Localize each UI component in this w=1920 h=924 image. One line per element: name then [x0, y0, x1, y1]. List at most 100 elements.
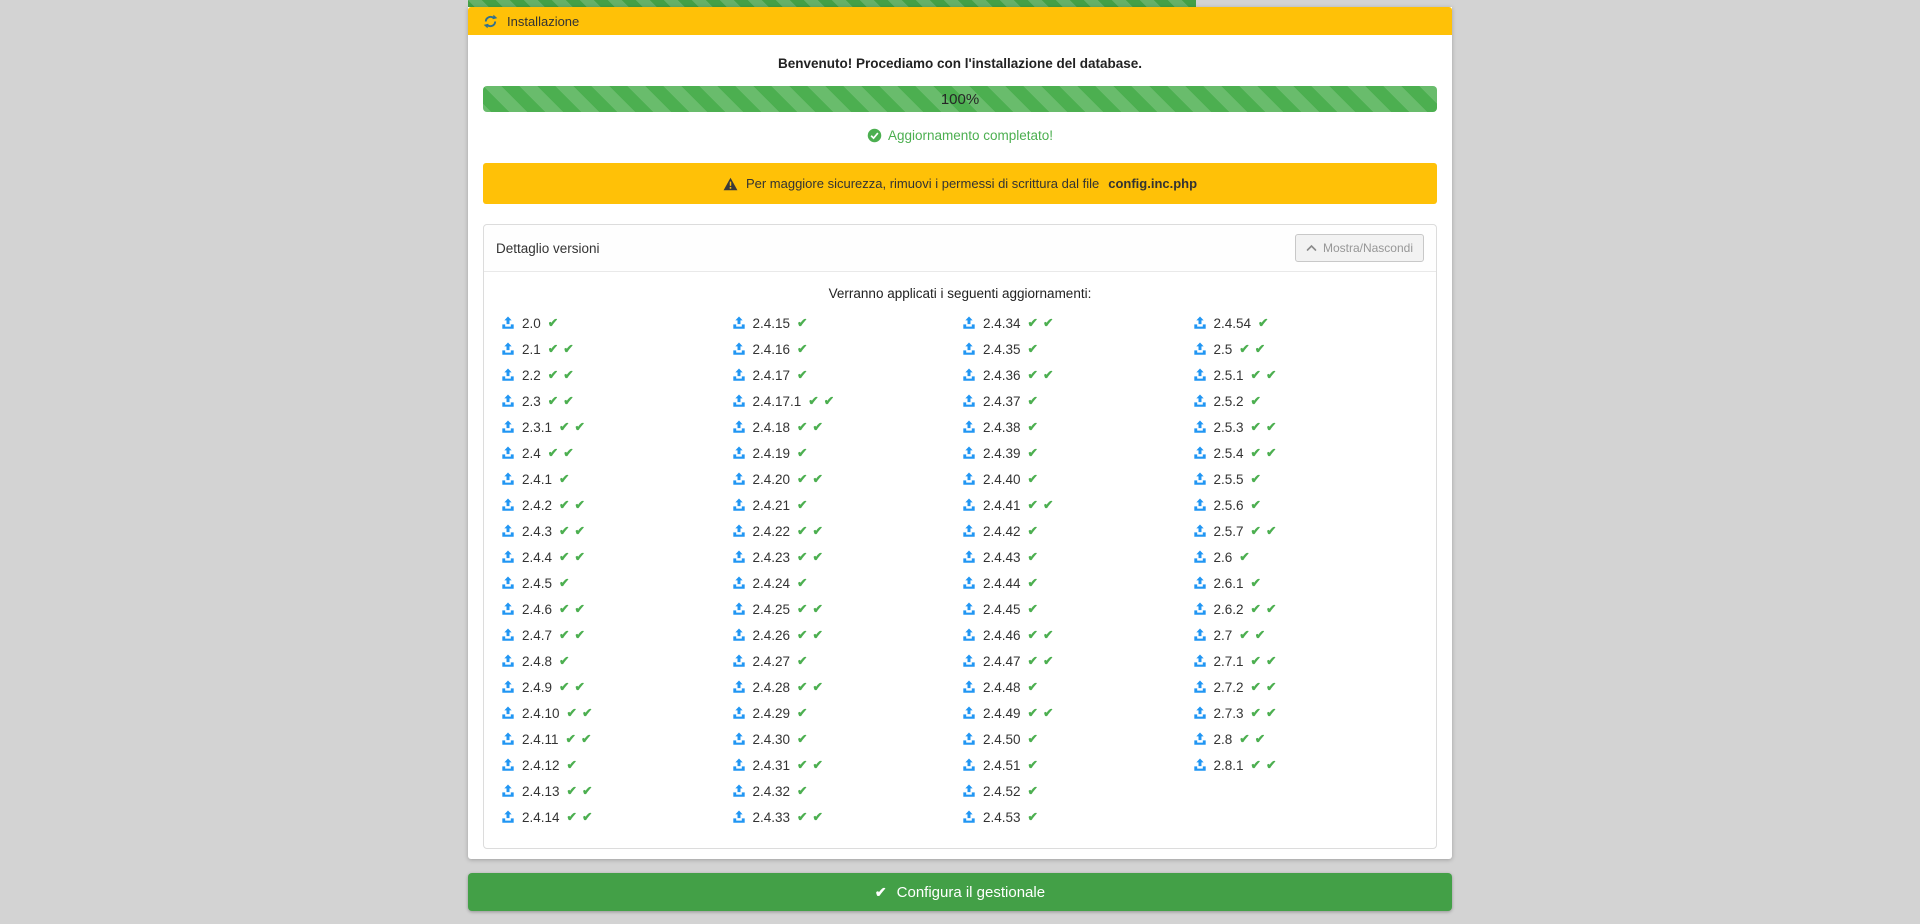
version-item: 2.4.48✔ [960, 674, 1191, 700]
chevron-up-icon [1306, 244, 1317, 252]
check-icon: ✔ [1251, 421, 1261, 434]
version-checks: ✔✔ [1028, 369, 1054, 382]
upload-icon [1193, 498, 1207, 512]
check-icon: ✔ [1266, 525, 1276, 538]
version-item: 2.6.1✔ [1191, 570, 1422, 596]
upload-icon [732, 524, 746, 538]
version-item: 2.4.50✔ [960, 726, 1191, 752]
upload-icon [501, 498, 515, 512]
version-item: 2.5.1✔✔ [1191, 362, 1422, 388]
check-icon: ✔ [1028, 629, 1038, 642]
version-item: 2.6✔ [1191, 544, 1422, 570]
upload-icon [962, 680, 976, 694]
version-item: 2.4.52✔ [960, 778, 1191, 804]
version-item: 2.6.2✔✔ [1191, 596, 1422, 622]
check-icon: ✔ [566, 733, 576, 746]
upload-icon [501, 394, 515, 408]
check-icon: ✔ [797, 577, 807, 590]
version-item: 2.4.53✔ [960, 804, 1191, 830]
upload-icon [962, 342, 976, 356]
version-label: 2.4.36 [983, 368, 1021, 383]
check-icon: ✔ [548, 343, 558, 356]
version-checks: ✔ [797, 317, 807, 330]
version-item: 2.5.2✔ [1191, 388, 1422, 414]
version-label: 2.4.35 [983, 342, 1021, 357]
upload-icon [501, 576, 515, 590]
check-icon: ✔ [797, 759, 807, 772]
configure-button[interactable]: ✔ Configura il gestionale [468, 873, 1452, 911]
check-icon: ✔ [797, 421, 807, 434]
version-item: 2.5✔✔ [1191, 336, 1422, 362]
version-checks: ✔ [1028, 759, 1038, 772]
check-icon: ✔ [797, 811, 807, 824]
version-item: 2.4.39✔ [960, 440, 1191, 466]
check-icon: ✔ [808, 395, 818, 408]
version-checks: ✔ [1028, 681, 1038, 694]
version-checks: ✔✔ [1251, 655, 1277, 668]
check-icon: ✔ [1028, 343, 1038, 356]
version-checks: ✔✔ [559, 499, 585, 512]
upload-icon [962, 576, 976, 590]
upload-icon [732, 342, 746, 356]
version-checks: ✔ [1028, 343, 1038, 356]
version-checks: ✔ [1028, 473, 1038, 486]
version-item: 2.4.16✔ [730, 336, 961, 362]
version-item: 2.4.43✔ [960, 544, 1191, 570]
panel-title: Dettaglio versioni [496, 241, 600, 256]
upload-icon [732, 654, 746, 668]
version-label: 2.4.31 [753, 758, 791, 773]
version-label: 2.4.26 [753, 628, 791, 643]
installer-page: Installazione Benvenuto! Procediamo con … [468, 0, 1452, 911]
version-item: 2.4.10✔✔ [499, 700, 730, 726]
version-item: 2.4.38✔ [960, 414, 1191, 440]
version-label: 2.4.18 [753, 420, 791, 435]
version-item: 2.4.19✔ [730, 440, 961, 466]
upload-icon [962, 810, 976, 824]
success-message: Aggiornamento completato! [483, 128, 1437, 143]
version-checks: ✔✔ [1028, 629, 1054, 642]
check-icon: ✔ [1251, 681, 1261, 694]
check-icon: ✔ [797, 733, 807, 746]
version-item: 2.4.29✔ [730, 700, 961, 726]
check-icon: ✔ [548, 395, 558, 408]
check-icon: ✔ [813, 759, 823, 772]
upload-icon [501, 446, 515, 460]
version-item: 2.3✔✔ [499, 388, 730, 414]
version-label: 2.4.38 [983, 420, 1021, 435]
check-icon: ✔ [548, 447, 558, 460]
version-label: 2.4.11 [522, 732, 559, 747]
toggle-versions-button[interactable]: Mostra/Nascondi [1295, 234, 1424, 262]
version-checks: ✔ [1251, 395, 1261, 408]
version-item: 2.4.6✔✔ [499, 596, 730, 622]
version-item: 2.4.23✔✔ [730, 544, 961, 570]
version-label: 2.4.28 [753, 680, 791, 695]
version-checks: ✔ [1028, 577, 1038, 590]
check-icon: ✔ [1028, 499, 1038, 512]
version-label: 2.4.20 [753, 472, 791, 487]
check-icon: ✔ [1028, 785, 1038, 798]
version-label: 2.4.5 [522, 576, 552, 591]
installer-title: Installazione [507, 14, 579, 29]
version-item: 2.4.1✔ [499, 466, 730, 492]
version-item: 2.4.47✔✔ [960, 648, 1191, 674]
version-label: 2.2 [522, 368, 541, 383]
version-item: 2.4.4✔✔ [499, 544, 730, 570]
version-checks: ✔ [1251, 577, 1261, 590]
toggle-label: Mostra/Nascondi [1323, 241, 1413, 255]
check-icon: ✔ [575, 499, 585, 512]
version-label: 2.7.3 [1214, 706, 1244, 721]
version-checks: ✔ [559, 655, 569, 668]
version-checks: ✔✔ [548, 447, 574, 460]
version-item: 2.4.15✔ [730, 310, 961, 336]
check-icon: ✔ [797, 629, 807, 642]
installer-card: Installazione Benvenuto! Procediamo con … [468, 7, 1452, 859]
version-checks: ✔ [1028, 447, 1038, 460]
version-label: 2.4.40 [983, 472, 1021, 487]
check-icon: ✔ [567, 707, 577, 720]
upload-icon [732, 472, 746, 486]
check-icon: ✔ [1028, 811, 1038, 824]
version-checks: ✔ [797, 499, 807, 512]
upload-icon [732, 732, 746, 746]
check-icon: ✔ [1043, 629, 1053, 642]
check-icon: ✔ [1251, 655, 1261, 668]
